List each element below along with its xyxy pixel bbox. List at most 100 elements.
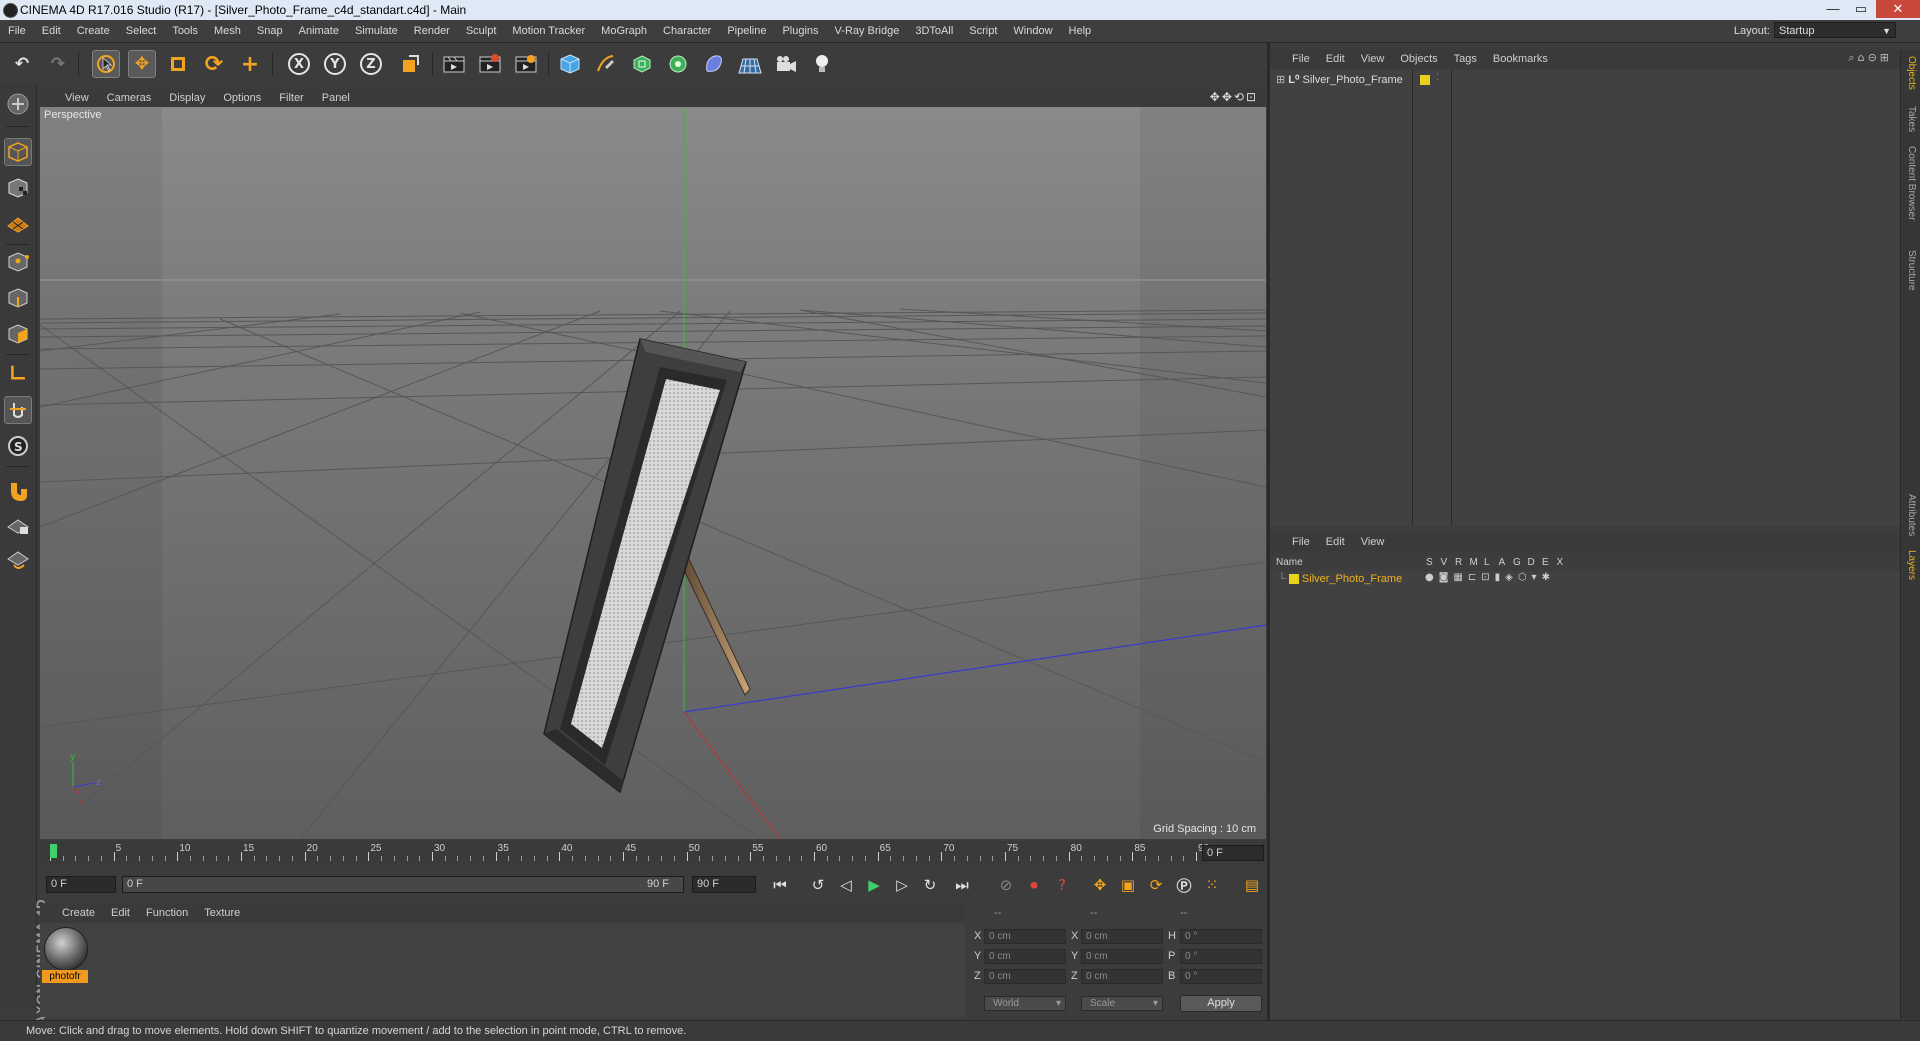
material-menu-create[interactable]: Create xyxy=(54,903,103,923)
object-menu-tags[interactable]: Tags xyxy=(1446,50,1485,68)
menu-snap[interactable]: Snap xyxy=(249,20,291,42)
layer-column-l[interactable]: L xyxy=(1484,557,1490,568)
last-tool-icon[interactable]: + xyxy=(236,50,264,78)
layer-menu-view[interactable]: View xyxy=(1353,533,1393,551)
menu-v-ray-bridge[interactable]: V-Ray Bridge xyxy=(827,20,908,42)
edit-render-settings-icon[interactable] xyxy=(512,50,540,78)
layer-column-m[interactable]: M xyxy=(1470,557,1478,568)
menu-file[interactable]: File xyxy=(0,20,34,42)
rotate-icon[interactable]: ⟳ xyxy=(200,50,228,78)
z-axis-icon[interactable]: Z xyxy=(360,53,382,75)
menu-plugins[interactable]: Plugins xyxy=(774,20,826,42)
menu-select[interactable]: Select xyxy=(118,20,165,42)
make-editable-icon[interactable] xyxy=(4,90,32,118)
menu-mesh[interactable]: Mesh xyxy=(206,20,249,42)
layer-column-x[interactable]: X xyxy=(1557,557,1564,568)
undo-icon[interactable]: ↶ xyxy=(8,50,36,78)
viewport-menu-view[interactable]: View xyxy=(56,89,98,107)
layer-name[interactable]: Silver_Photo_Frame xyxy=(1302,573,1402,585)
menu-help[interactable]: Help xyxy=(1061,20,1100,42)
pos-z-field[interactable]: 0 cm xyxy=(984,969,1066,984)
points-mode-icon[interactable] xyxy=(4,248,32,276)
object-manager-tools-icons[interactable]: ⌕⌂⊝⊞ xyxy=(1848,51,1892,65)
layer-column-r[interactable]: R xyxy=(1455,557,1462,568)
parameter-keys-icon[interactable]: Ⓟ xyxy=(1172,873,1196,897)
model-mode-icon[interactable] xyxy=(4,138,32,166)
menu-simulate[interactable]: Simulate xyxy=(347,20,406,42)
play-icon[interactable]: ▶ xyxy=(862,873,886,897)
size-x-field[interactable]: 0 cm xyxy=(1081,929,1163,944)
apply-button[interactable]: Apply xyxy=(1180,995,1262,1012)
maximize-button[interactable]: ▭ xyxy=(1848,0,1874,18)
object-menu-objects[interactable]: Objects xyxy=(1392,50,1445,68)
layer-column-g[interactable]: G xyxy=(1513,557,1521,568)
keyframe-selection-icon[interactable]: ? xyxy=(1050,873,1074,897)
menu-mograph[interactable]: MoGraph xyxy=(593,20,655,42)
workplane-mode-icon[interactable] xyxy=(4,210,32,238)
layer-menu-edit[interactable]: Edit xyxy=(1318,533,1353,551)
rot-b-field[interactable]: 0 ° xyxy=(1180,969,1262,984)
current-frame-field[interactable]: 0 F xyxy=(1202,845,1264,861)
tweak-mode-icon[interactable] xyxy=(4,396,32,424)
layer-column-a[interactable]: A xyxy=(1499,557,1506,568)
expand-icon[interactable]: ⊞ xyxy=(1276,74,1285,86)
menu-sculpt[interactable]: Sculpt xyxy=(458,20,505,42)
visibility-dots-icon[interactable]: ⁚ xyxy=(1436,72,1439,83)
polygons-mode-icon[interactable] xyxy=(4,320,32,348)
right-tab-takes[interactable]: Takes xyxy=(1906,106,1917,132)
pos-y-field[interactable]: 0 cm xyxy=(984,949,1066,964)
viewport-camera-label[interactable]: Perspective xyxy=(44,109,101,121)
subdivision-icon[interactable] xyxy=(628,50,656,78)
right-tab-content-browser[interactable]: Content Browser xyxy=(1906,146,1917,220)
layer-column-v[interactable]: V xyxy=(1441,557,1448,568)
object-name[interactable]: Silver_Photo_Frame xyxy=(1302,74,1402,86)
layer-column-s[interactable]: S xyxy=(1426,557,1433,568)
go-to-start-icon[interactable]: ⏮ xyxy=(768,873,792,897)
rot-h-field[interactable]: 0 ° xyxy=(1180,929,1262,944)
viewport-menu-filter[interactable]: Filter xyxy=(270,89,312,107)
coordinate-mode-dropdown[interactable]: World ▾ xyxy=(984,996,1066,1011)
end-frame-field[interactable]: 90 F xyxy=(692,876,756,893)
layer-toggle-icons[interactable]: ●◙▦⊏⊡▮◈⬡▾✱ xyxy=(1425,572,1555,583)
camera-icon[interactable] xyxy=(772,50,800,78)
workplane-lock-icon[interactable] xyxy=(4,512,32,540)
rotation-keys-icon[interactable]: ⟳ xyxy=(1144,873,1168,897)
pos-x-field[interactable]: 0 cm xyxy=(984,929,1066,944)
rot-p-field[interactable]: 0 ° xyxy=(1180,949,1262,964)
layer-color-icon[interactable] xyxy=(1420,75,1430,85)
pen-spline-icon[interactable] xyxy=(592,50,620,78)
viewport-navigation-icons[interactable]: ✥✥⟲⊡ xyxy=(1210,90,1258,104)
3d-viewport[interactable]: y z x Perspective Grid Spacing : 10 cm xyxy=(40,107,1266,839)
start-frame-field[interactable]: 0 F xyxy=(46,876,116,893)
menu-edit[interactable]: Edit xyxy=(34,20,69,42)
edges-mode-icon[interactable] xyxy=(4,284,32,312)
texture-mode-icon[interactable] xyxy=(4,174,32,202)
go-to-end-icon[interactable]: ⏭ xyxy=(950,873,974,897)
scale-keys-icon[interactable]: ▣ xyxy=(1116,873,1140,897)
size-y-field[interactable]: 0 cm xyxy=(1081,949,1163,964)
viewport-menu-options[interactable]: Options xyxy=(214,89,270,107)
right-tab-objects[interactable]: Objects xyxy=(1906,56,1917,90)
workplane-animate-icon[interactable] xyxy=(4,546,32,574)
object-menu-bookmarks[interactable]: Bookmarks xyxy=(1485,50,1556,68)
panel-grip-icon[interactable] xyxy=(40,903,54,923)
close-button[interactable]: ✕ xyxy=(1876,0,1920,18)
preview-range-slider[interactable]: 0 F 90 F xyxy=(122,876,684,893)
right-tab-attributes[interactable]: Attributes xyxy=(1906,494,1917,536)
floor-icon[interactable] xyxy=(736,50,764,78)
live-selection-icon[interactable] xyxy=(92,50,120,78)
object-row[interactable]: ⊞ L⁰ Silver_Photo_Frame ⁚ xyxy=(1276,72,1439,86)
menu-window[interactable]: Window xyxy=(1005,20,1060,42)
material-menu-edit[interactable]: Edit xyxy=(103,903,138,923)
menu-render[interactable]: Render xyxy=(406,20,458,42)
scale-icon[interactable] xyxy=(164,50,192,78)
autokeying-icon[interactable]: ⏺ xyxy=(1022,873,1046,897)
viewport-menu-panel[interactable]: Panel xyxy=(313,89,359,107)
right-tab-structure[interactable]: Structure xyxy=(1906,250,1917,291)
object-menu-view[interactable]: View xyxy=(1353,50,1393,68)
render-view-icon[interactable] xyxy=(440,50,468,78)
layer-menu-file[interactable]: File xyxy=(1284,533,1318,551)
timeline-playhead[interactable] xyxy=(50,844,57,858)
size-z-field[interactable]: 0 cm xyxy=(1081,969,1163,984)
object-menu-edit[interactable]: Edit xyxy=(1318,50,1353,68)
